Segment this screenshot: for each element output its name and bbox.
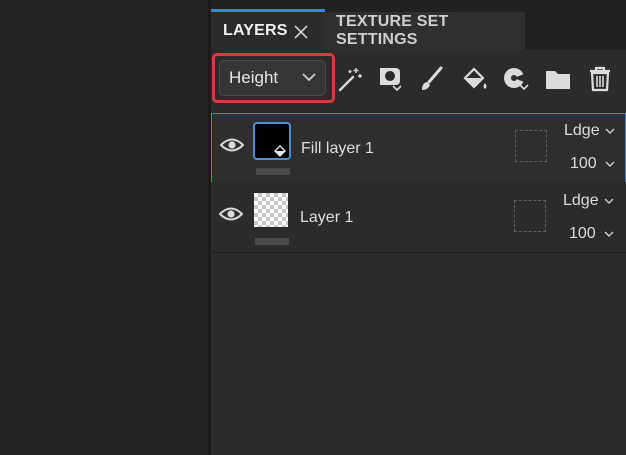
layers-panel: LAYERS TEXTURE SET SETTINGS Height Fill … (211, 0, 626, 455)
opacity-value: 100 (569, 225, 596, 242)
channel-dropdown-value: Height (229, 68, 279, 87)
layer-name[interactable]: Layer 1 (300, 209, 353, 227)
mask-slot[interactable] (514, 200, 546, 232)
brush-icon (422, 66, 443, 90)
effects-icon (504, 68, 529, 91)
tab-layers-label: LAYERS (223, 22, 288, 39)
viewport-area[interactable] (0, 0, 208, 455)
add-smart-material-button[interactable] (375, 64, 405, 94)
eye-icon[interactable] (219, 205, 243, 223)
blend-mode-dropdown[interactable]: Ldge (564, 122, 615, 140)
blend-mode-value: Ldge (564, 122, 600, 139)
layers-empty-area[interactable] (211, 253, 626, 455)
smart-material-icon (380, 68, 402, 92)
blend-mode-dropdown[interactable]: Ldge (563, 192, 614, 210)
add-effect-button[interactable] (501, 64, 531, 94)
panel-tab-bar: LAYERS TEXTURE SET SETTINGS (211, 0, 626, 50)
delete-layer-button[interactable] (585, 64, 615, 94)
blend-mode-value: Ldge (563, 192, 599, 209)
opacity-dropdown[interactable]: 100 (569, 225, 614, 243)
layer-thumbnail[interactable] (254, 193, 288, 227)
close-icon[interactable] (293, 24, 309, 40)
layers-toolbar: Height (211, 50, 626, 110)
tab-texture-set-settings[interactable]: TEXTURE SET SETTINGS (325, 12, 525, 50)
channel-dropdown[interactable]: Height (219, 60, 326, 96)
layer-name[interactable]: Fill layer 1 (301, 140, 374, 158)
chevron-down-icon (605, 161, 615, 167)
opacity-dropdown[interactable]: 100 (570, 155, 615, 173)
add-mask-generator-button[interactable] (335, 64, 365, 94)
chevron-down-icon (605, 128, 615, 134)
trash-icon (590, 66, 610, 92)
tab-texture-set-settings-label: TEXTURE SET SETTINGS (336, 13, 449, 48)
layer-channel-bar (256, 168, 290, 175)
fill-bucket-icon (463, 67, 487, 89)
layer-row-layer-1[interactable]: Layer 1 Ldge 100 (211, 182, 626, 253)
eye-icon[interactable] (220, 136, 244, 154)
magic-wand-icon (338, 68, 362, 92)
chevron-down-icon (604, 231, 614, 237)
mask-slot[interactable] (515, 130, 547, 162)
opacity-value: 100 (570, 155, 597, 172)
tab-layers[interactable]: LAYERS (211, 9, 325, 50)
folder-icon (546, 71, 570, 89)
chevron-down-icon (604, 198, 614, 204)
layer-row-fill-layer-1[interactable]: Fill layer 1 Ldge 100 (211, 113, 626, 183)
fill-bucket-icon (274, 145, 286, 157)
layer-channel-bar (255, 238, 289, 245)
add-folder-button[interactable] (543, 64, 573, 94)
add-fill-layer-button[interactable] (460, 64, 490, 94)
chevron-down-icon (302, 73, 316, 82)
add-paint-layer-button[interactable] (417, 64, 447, 94)
